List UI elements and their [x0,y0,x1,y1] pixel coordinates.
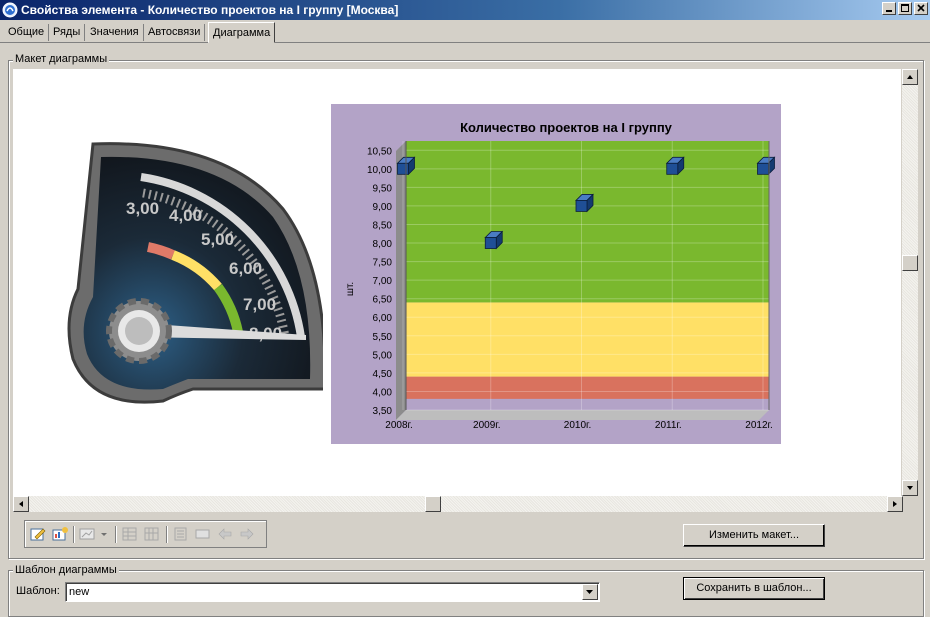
legend-icon[interactable] [194,526,212,542]
plot-floor [396,410,769,420]
tab-chart[interactable]: Диаграмма [208,22,276,43]
tab-values[interactable]: Значения [86,24,144,41]
x-tick-label: 2011г. [655,420,682,431]
chart-title: Количество проектов на I группу [460,120,673,135]
y-tick-label: 8,00 [373,239,393,250]
chart-type-dropdown-icon[interactable] [79,526,109,542]
table-rows-icon[interactable] [121,526,139,542]
y-tick-label: 5,00 [373,350,393,361]
scroll-up-button[interactable] [902,69,918,85]
close-icon [917,4,925,12]
x-tick-label: 2012г. [745,420,772,431]
table-columns-icon[interactable] [143,526,161,542]
app-icon [2,2,18,18]
close-button[interactable] [914,2,928,15]
y-tick-label: 10,50 [367,146,392,157]
gauge: 3,00 4,00 5,00 6,00 7,00 8,00 [67,142,323,404]
toolbar-separator [115,526,117,543]
gauge-tick-label: 7,00 [243,295,276,314]
vertical-scrollbar[interactable] [902,69,918,496]
y-tick-label: 9,50 [373,183,393,194]
scroll-left-button[interactable] [13,496,29,512]
y-tick-label: 4,50 [373,369,393,380]
gear-icon [106,298,172,364]
scroll-down-button[interactable] [902,480,918,496]
y-tick-label: 10,00 [367,165,392,176]
y-tick-label: 8,50 [373,220,393,231]
chart-ylabel: шт. [345,282,356,296]
plot-band [406,376,769,399]
template-group-label: Шаблон диаграммы [13,564,119,576]
y-tick-label: 6,50 [373,295,393,306]
template-combobox-value: new [69,586,90,598]
tab-general[interactable]: Общие [4,24,50,41]
x-tick-label: 2010г. [564,420,591,431]
scroll-right-button[interactable] [887,496,903,512]
plot-side-wall [396,141,406,420]
arrow-up-icon [907,75,913,79]
template-field-label: Шаблон: [16,585,60,597]
y-tick-label: 9,00 [373,202,393,213]
gauge-tick-label: 4,00 [169,206,202,225]
plot-band [406,141,769,303]
chart: Количество проектов на I группу шт. 3,50… [331,104,781,444]
list-icon[interactable] [172,526,190,542]
x-tick-label: 2009г. [473,420,500,431]
chart-canvas: 3,00 4,00 5,00 6,00 7,00 8,00 Количество… [13,69,901,496]
plot-band [406,302,769,377]
chart-settings-icon[interactable] [51,526,69,542]
minimize-button[interactable] [882,2,896,15]
toolbar-separator [166,526,168,543]
y-tick-label: 5,50 [373,332,393,343]
layout-group-label: Макет диаграммы [13,53,110,65]
save-template-button[interactable]: Сохранить в шаблон... [683,577,825,600]
y-tick-label: 6,00 [373,313,393,324]
tab-strip: Общие Ряды Значения Автосвязи Диаграмма [0,21,930,43]
maximize-button[interactable] [898,2,912,15]
x-tick-label: 2008г. [385,420,412,431]
horizontal-scrollbar[interactable] [13,496,903,512]
y-tick-label: 7,00 [373,276,393,287]
chart-toolbar [24,520,267,548]
gauge-tick-label: 3,00 [126,199,159,218]
y-tick-label: 3,50 [373,406,393,417]
edit-properties-icon[interactable] [29,526,47,542]
arrow-back-icon[interactable] [216,526,234,542]
template-combobox[interactable]: new [65,582,600,602]
y-tick-label: 4,00 [373,387,393,398]
template-dropdown-button[interactable] [582,584,598,600]
maximize-icon [901,4,909,12]
vertical-scroll-thumb[interactable] [902,255,918,271]
tab-autolinks[interactable]: Автосвязи [144,24,206,41]
minimize-icon [886,10,892,12]
gauge-tick-label: 5,00 [201,230,234,249]
arrow-forward-icon[interactable] [238,526,256,542]
toolbar-separator [73,526,75,543]
title-bar: Свойства элемента - Количество проектов … [0,0,930,20]
tab-series[interactable]: Ряды [49,24,86,41]
window-title: Свойства элемента - Количество проектов … [21,3,399,17]
arrow-right-icon [893,501,897,507]
horizontal-scroll-thumb[interactable] [425,496,441,512]
chevron-down-icon [586,590,593,594]
gauge-tick-label: 6,00 [229,259,262,278]
arrow-left-icon [19,501,23,507]
arrow-down-icon [907,486,913,490]
change-layout-button[interactable]: Изменить макет... [683,524,825,547]
y-tick-label: 7,50 [373,258,393,269]
